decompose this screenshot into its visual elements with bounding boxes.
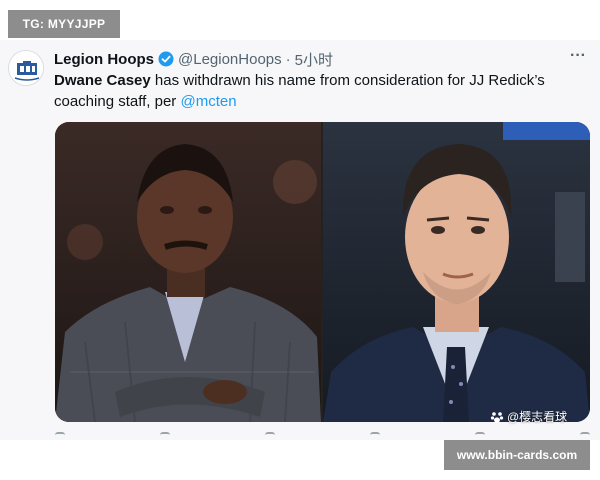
share-icon[interactable]: [580, 432, 590, 440]
verified-badge-icon: [158, 51, 174, 67]
paw-icon: [490, 412, 504, 423]
more-options-icon[interactable]: ···: [566, 48, 590, 70]
site-url-tag: www.bbin-cards.com: [444, 440, 590, 470]
legion-hoops-logo-icon: [9, 51, 43, 85]
bookmark-icon[interactable]: [475, 432, 485, 440]
user-handle[interactable]: @LegionHoops: [178, 51, 282, 68]
photo-dwane-casey[interactable]: [55, 122, 321, 422]
reply-icon[interactable]: [55, 432, 65, 440]
display-name[interactable]: Legion Hoops: [54, 51, 154, 68]
timestamp[interactable]: 5小时: [295, 49, 333, 70]
avatar[interactable]: [8, 50, 44, 86]
photo-jj-redick[interactable]: [323, 122, 590, 422]
separator-dot: ·: [285, 50, 291, 68]
mention-link[interactable]: @mcten: [180, 93, 236, 110]
image-watermark: @樱志看球: [490, 408, 567, 426]
tweet-action-bar: [55, 432, 590, 440]
retweet-icon[interactable]: [160, 432, 170, 440]
views-icon[interactable]: [370, 432, 380, 440]
subject-name: Dwane Casey: [54, 72, 151, 89]
tg-watermark-tag: TG: MYYJJPP: [8, 10, 120, 38]
tweet-header: Legion Hoops @LegionHoops · 5小时: [54, 48, 333, 70]
watermark-text: @樱志看球: [507, 410, 568, 424]
like-icon[interactable]: [265, 432, 275, 440]
tweet-media[interactable]: [55, 122, 590, 422]
tweet-text: Dwane Casey has withdrawn his name from …: [54, 70, 584, 112]
tweet-card[interactable]: Legion Hoops @LegionHoops · 5小时 ··· Dwan…: [0, 40, 600, 440]
